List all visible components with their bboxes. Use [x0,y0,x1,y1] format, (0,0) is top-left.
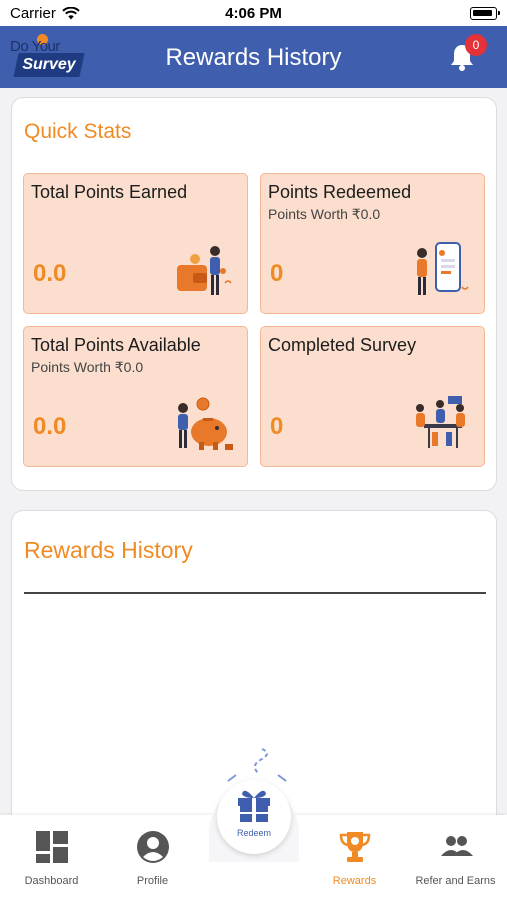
stat-card-completed-survey[interactable]: Completed Survey 0 [260,326,485,467]
stat-label: Points Redeemed [268,182,412,202]
stat-sub: Points Worth ₹0.0 [268,206,381,222]
notification-badge: 0 [465,34,487,56]
stat-sub: Points Worth ₹0.0 [31,359,144,375]
stat-label: Total Points Earned [31,182,188,202]
stat-value: 0 [270,260,284,287]
history-divider [24,592,486,594]
dashboard-icon [35,831,68,863]
tab-label: Dashboard [24,875,79,887]
rewards-history-title: Rewards History [24,537,193,563]
team-meeting-illustration [416,396,465,448]
profile-icon [136,831,169,863]
phone-person-illustration [417,242,469,295]
tab-label: Refer and Earns [415,875,496,887]
stat-value: 0.0 [33,260,67,287]
tab-rewards[interactable]: Rewards [304,815,405,900]
stat-card-total-earned[interactable]: Total Points Earned 0.0 [23,173,248,314]
redeem-label: Redeem [236,828,272,838]
stat-card-points-redeemed[interactable]: Points Redeemed Points Worth ₹0.0 0 [260,173,485,314]
wallet-person-illustration [177,246,232,295]
quick-stats-panel: Quick Stats Total Points Earned 0.0 Poin… [11,97,497,491]
stat-card-total-available[interactable]: Total Points Available Points Worth ₹0.0… [23,326,248,467]
battery-icon [470,7,500,20]
page-title: Rewards History [165,44,342,71]
piggy-bank-illustration [178,397,233,450]
tab-label: Profile [136,875,169,887]
tab-refer-and-earn[interactable]: Refer and Earns [405,815,506,900]
tab-dashboard[interactable]: Dashboard [1,815,102,900]
stat-value: 0.0 [33,413,67,440]
status-time: 4:06 PM [225,5,282,22]
tab-profile[interactable]: Profile [102,815,203,900]
stat-label: Total Points Available [31,335,201,355]
stat-value: 0 [270,413,284,440]
gift-icon [238,790,270,822]
people-icon [440,836,473,856]
trophy-icon [339,832,370,862]
quick-stats-title: Quick Stats [24,120,132,143]
redeem-button[interactable]: Redeem [217,780,291,854]
status-bar: Carrier 4:06 PM [0,0,507,26]
app-header: Do Your Survey Rewards History 0 [0,26,507,88]
tab-label: Rewards [332,875,377,887]
stat-label: Completed Survey [268,335,417,355]
